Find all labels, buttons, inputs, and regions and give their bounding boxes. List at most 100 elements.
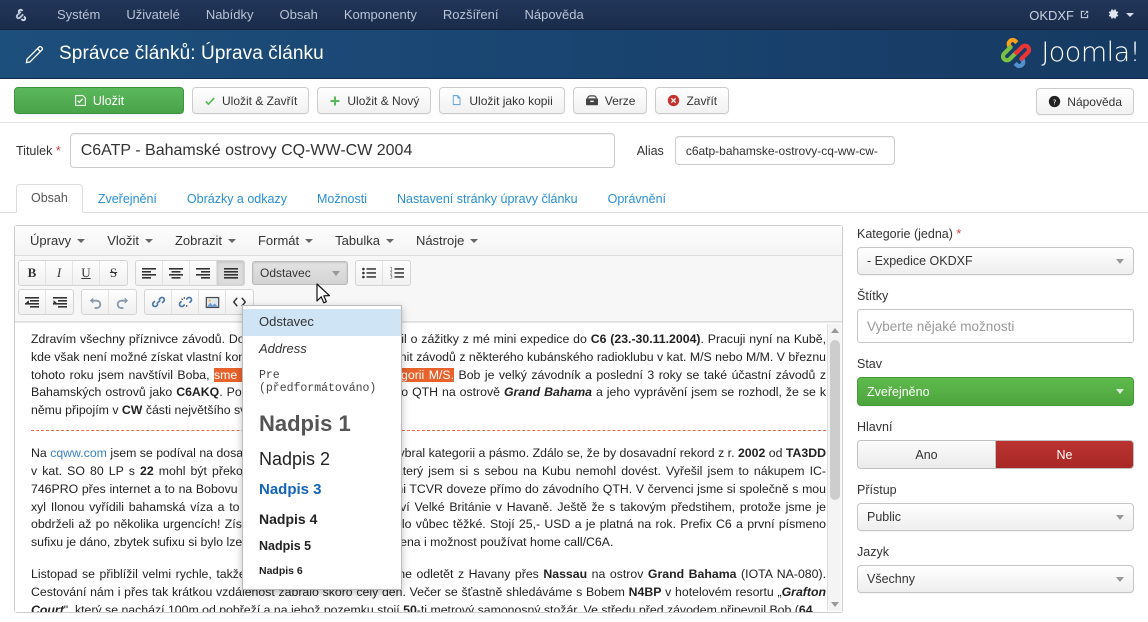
tab-nastaveni-stranky[interactable]: Nastavení stránky úpravy článku (382, 185, 593, 213)
menu-item-menus[interactable]: Nabídky (193, 0, 267, 30)
article-paragraph-2[interactable]: Na cqww.com jsem se podíval na dosavadní… (31, 445, 826, 552)
save-copy-button[interactable]: Uložit jako kopii (439, 87, 565, 114)
editor-menu-tools[interactable]: Nástroje (405, 229, 489, 252)
tab-obrazky-a-odkazy[interactable]: Obrázky a odkazy (172, 185, 302, 213)
format-option-heading-5[interactable]: Nadpis 5 (243, 533, 401, 559)
menu-item-extensions[interactable]: Rozšíření (430, 0, 512, 30)
format-option-heading-3[interactable]: Nadpis 3 (243, 475, 401, 504)
undo-icon[interactable] (82, 290, 109, 314)
editor-menu-insert[interactable]: Vložit (96, 229, 164, 252)
underline-icon[interactable]: U (73, 261, 100, 285)
tab-moznosti[interactable]: Možnosti (302, 185, 382, 213)
article-paragraph-1[interactable]: Zdravím všechny příznivce závodů. Dovolt… (31, 331, 826, 432)
menu-item-users[interactable]: Uživatelé (113, 0, 192, 30)
tab-opravneni[interactable]: Oprávnění (593, 185, 681, 213)
format-option-paragraph[interactable]: Odstavec (243, 309, 401, 336)
editor-menubar: Úpravy Vložit Zobrazit Formát Tabulka Ná… (15, 226, 842, 256)
featured-yes-button[interactable]: Ano (858, 441, 996, 468)
alias-input[interactable] (674, 136, 895, 165)
settings-menu-button[interactable] (1098, 7, 1148, 24)
title-input[interactable] (69, 133, 615, 168)
editor-menu-format-label: Formát (257, 233, 300, 248)
scrollbar-thumb[interactable] (830, 340, 840, 500)
outdent-icon[interactable] (19, 290, 46, 314)
insert-group (144, 289, 254, 315)
format-dropdown-menu[interactable]: Odstavec Address Pre (předformátováno) N… (242, 305, 402, 591)
featured-label: Hlavní (857, 420, 893, 434)
tab-bar: Obsah Zveřejnění Obrázky a odkazy Možnos… (0, 181, 1148, 213)
chevron-down-icon (385, 238, 394, 243)
save-new-button[interactable]: Uložit & Nový (317, 87, 432, 114)
p2-a: Na (31, 446, 51, 461)
editor-menu-edit[interactable]: Úpravy (19, 229, 96, 252)
list-group: 123 (355, 260, 411, 286)
history-group (81, 289, 137, 315)
p3-c: na ostrov (587, 567, 648, 582)
numbered-list-icon[interactable]: 123 (383, 261, 410, 285)
indent-icon[interactable] (46, 290, 73, 314)
tab-obsah[interactable]: Obsah (16, 184, 83, 213)
tab-zverejneni[interactable]: Zveřejnění (83, 185, 172, 213)
site-preview-link[interactable]: OKDXF (1021, 8, 1098, 23)
format-option-heading-2[interactable]: Nadpis 2 (243, 443, 401, 476)
format-option-address[interactable]: Address (243, 336, 401, 363)
question-circle-icon: ? (1048, 95, 1061, 108)
scroll-up-icon[interactable] (831, 328, 839, 333)
align-center-icon[interactable] (163, 261, 190, 285)
editor-menu-view[interactable]: Zobrazit (164, 229, 247, 252)
copy-icon (451, 94, 463, 107)
admin-top-bar: Systém Uživatelé Nabídky Obsah Komponent… (0, 0, 1148, 30)
image-icon[interactable] (199, 290, 226, 314)
featured-no-button[interactable]: Ne (996, 441, 1133, 468)
format-option-pre[interactable]: Pre (předformátováno) (243, 363, 401, 401)
save-button-label: Uložit (92, 93, 125, 108)
menu-item-system[interactable]: Systém (44, 0, 113, 30)
redo-icon[interactable] (109, 290, 136, 314)
category-select[interactable]: - Expedice OKDXF (857, 247, 1134, 275)
close-label: Zavřít (686, 93, 718, 108)
title-row: Titulek * Alias (0, 123, 1148, 177)
gear-icon (1106, 7, 1120, 24)
versions-label: Verze (604, 93, 636, 108)
unlink-icon[interactable] (172, 290, 199, 314)
align-justify-icon[interactable] (217, 261, 244, 285)
scroll-down-icon[interactable] (831, 602, 839, 607)
versions-button[interactable]: Verze (572, 87, 648, 114)
tags-input[interactable]: Vyberte nějaké možnosti (857, 309, 1134, 343)
admin-menu: Systém Uživatelé Nabídky Obsah Komponent… (44, 0, 597, 30)
link-icon[interactable] (145, 290, 172, 314)
italic-icon[interactable]: I (46, 261, 73, 285)
tinymce-editor: Úpravy Vložit Zobrazit Formát Tabulka Ná… (14, 225, 843, 613)
close-button[interactable]: Zavřít (655, 87, 730, 114)
status-select[interactable]: Zveřejněno (857, 377, 1134, 406)
chevron-down-icon (1116, 258, 1124, 264)
p2-g: 22 (139, 463, 154, 478)
format-option-heading-4[interactable]: Nadpis 4 (243, 505, 401, 533)
editor-menu-view-label: Zobrazit (174, 233, 222, 248)
menu-item-components[interactable]: Komponenty (331, 0, 430, 30)
joomla-logo-icon[interactable] (0, 7, 44, 23)
bullet-list-icon[interactable] (356, 261, 383, 285)
format-select[interactable]: Odstavec (252, 261, 348, 285)
editor-menu-table[interactable]: Tabulka (324, 229, 405, 252)
align-left-icon[interactable] (136, 261, 163, 285)
format-option-heading-1[interactable]: Nadpis 1 (243, 401, 401, 442)
help-button[interactable]: ? Nápověda (1036, 88, 1134, 115)
editor-menu-table-label: Tabulka (335, 233, 380, 248)
menu-item-help[interactable]: Nápověda (511, 0, 596, 30)
bold-icon[interactable]: B (19, 261, 46, 285)
chevron-down-icon (1126, 13, 1134, 17)
access-select[interactable]: Public (857, 503, 1134, 531)
menu-item-content[interactable]: Obsah (267, 0, 331, 30)
editor-menu-format[interactable]: Formát (247, 229, 324, 252)
save-button[interactable]: Uložit (14, 87, 184, 114)
format-option-heading-6[interactable]: Nadpis 6 (243, 559, 401, 583)
save-close-button[interactable]: Uložit & Zavřít (192, 87, 310, 114)
align-right-icon[interactable] (190, 261, 217, 285)
article-paragraph-3[interactable]: Listopad se přiblížil velmi rychle, takž… (31, 566, 826, 612)
editor-scrollbar[interactable] (827, 324, 841, 611)
strikethrough-icon[interactable]: S (100, 261, 127, 285)
editor-content-area[interactable]: Zdravím všechny příznivce závodů. Dovolt… (15, 322, 842, 612)
cqww-link[interactable]: cqww.com (50, 446, 107, 460)
language-select[interactable]: Všechny (857, 565, 1134, 593)
